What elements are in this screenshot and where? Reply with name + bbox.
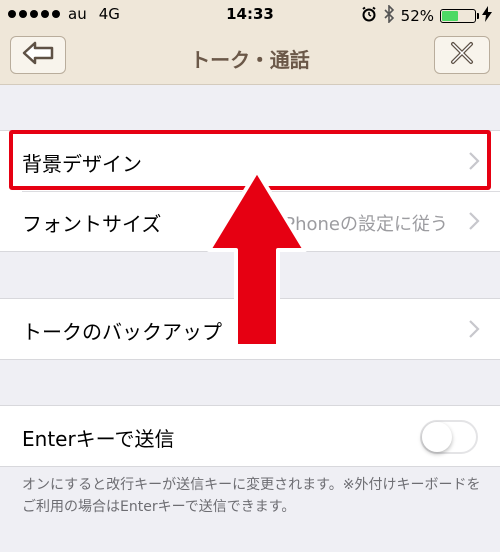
send-settings-group: Enterキーで送信: [0, 405, 500, 467]
chevron-right-icon: [468, 319, 480, 343]
pointer-arrow-icon: [207, 169, 307, 348]
font-size-label: フォントサイズ: [22, 212, 162, 236]
bluetooth-icon: [383, 4, 395, 27]
battery-icon: [440, 9, 479, 23]
enter-send-toggle[interactable]: [420, 420, 478, 454]
battery-percent: 52%: [400, 7, 434, 25]
toggle-knob: [422, 422, 452, 452]
battery-fill: [442, 11, 458, 21]
screen: au 4G 14:33 52% トーク・通話 背景デザイン フォントサイズ iP…: [0, 0, 500, 552]
close-button[interactable]: [434, 36, 490, 74]
status-right: 52%: [361, 4, 492, 27]
enter-send-footnote: オンにすると改行キーが送信キーに変更されます。※外付けキーボードをご利用の場合は…: [22, 477, 481, 515]
charging-icon: [482, 6, 492, 26]
status-bar: au 4G 14:33 52%: [0, 0, 500, 30]
talk-backup-label: トークのバックアップ: [22, 320, 222, 344]
page-title: トーク・通話: [190, 48, 310, 72]
alarm-icon: [361, 6, 377, 26]
close-icon: [449, 40, 475, 70]
chevron-right-icon: [468, 211, 480, 235]
navigation-bar: トーク・通話: [0, 30, 500, 85]
enter-send-label: Enterキーで送信: [22, 427, 175, 451]
enter-send-row: Enterキーで送信: [0, 406, 500, 466]
